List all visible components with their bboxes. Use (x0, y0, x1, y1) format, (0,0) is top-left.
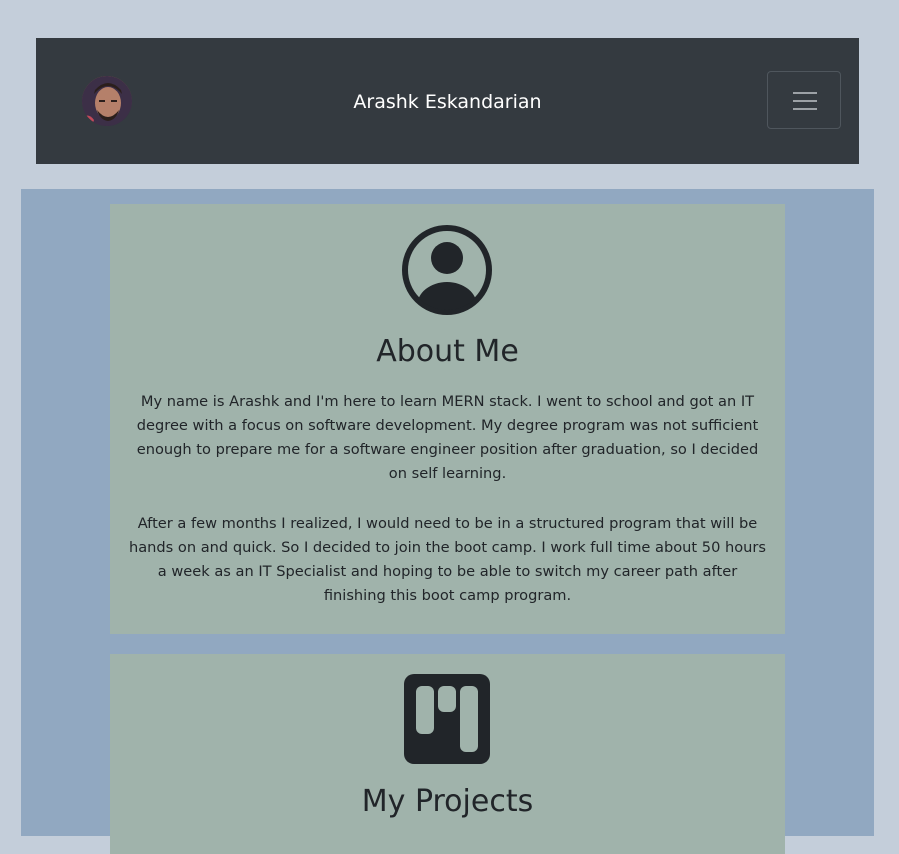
navbar: Arashk Eskandarian (36, 38, 859, 164)
projects-title: My Projects (361, 784, 534, 819)
kanban-board-icon (404, 674, 490, 764)
user-circle-icon (402, 225, 492, 315)
about-card: About Me My name is Arashk and I'm here … (110, 204, 785, 634)
navbar-toggler-button[interactable] (767, 71, 841, 129)
brand-name[interactable]: Arashk Eskandarian (36, 38, 859, 164)
projects-card: My Projects (110, 654, 785, 854)
about-paragraph-1: My name is Arashk and I'm here to learn … (136, 393, 759, 482)
about-paragraph-2: After a few months I realized, I would n… (128, 515, 767, 604)
main-content: About Me My name is Arashk and I'm here … (21, 189, 874, 854)
about-title: About Me (376, 334, 519, 369)
